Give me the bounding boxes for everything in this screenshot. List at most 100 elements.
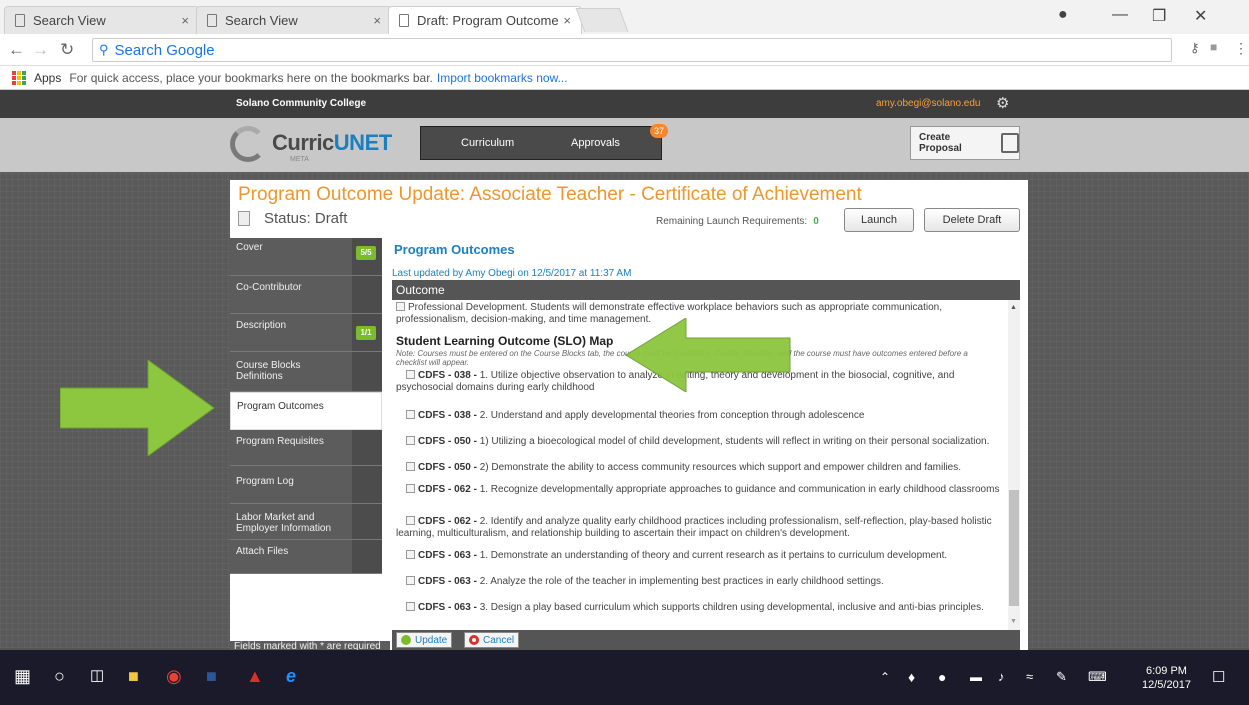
delete-draft-button[interactable]: Delete Draft bbox=[924, 208, 1020, 232]
browser-tab[interactable]: Search View × bbox=[4, 6, 200, 34]
cortana-icon[interactable]: ○ bbox=[54, 666, 65, 687]
battery-icon[interactable]: ▬ bbox=[970, 670, 982, 684]
slo-checkbox[interactable] bbox=[406, 436, 415, 445]
slo-checkbox[interactable] bbox=[406, 516, 415, 525]
task-view-icon[interactable]: ◫ bbox=[90, 666, 104, 684]
sidebar-item-attach-files[interactable]: Attach Files bbox=[230, 540, 382, 574]
forward-icon[interactable]: → bbox=[32, 40, 49, 60]
cancel-button[interactable]: Cancel bbox=[464, 632, 520, 648]
apps-link[interactable]: Apps bbox=[34, 71, 61, 85]
sidebar-item-program-requisites[interactable]: Program Requisites bbox=[230, 430, 382, 466]
left-arrow-annotation bbox=[626, 318, 791, 392]
right-arrow-annotation bbox=[60, 360, 215, 456]
college-name: Solano Community College bbox=[236, 98, 367, 109]
outcome-checkbox[interactable] bbox=[396, 302, 405, 311]
sidebar-item-course-blocks[interactable]: Course Blocks Definitions bbox=[230, 352, 382, 392]
sidebar-item-co-contributor[interactable]: Co-Contributor bbox=[230, 276, 382, 314]
logo-suffix: UNET bbox=[333, 130, 392, 155]
completion-badge: 5/5 bbox=[356, 246, 376, 260]
site-header: CurricUNET META Curriculum Approvals 37 … bbox=[0, 118, 1249, 172]
word-icon[interactable]: ■ bbox=[206, 666, 217, 687]
sidebar-item-cover[interactable]: Cover 5/5 bbox=[230, 238, 382, 276]
document-icon bbox=[207, 14, 217, 27]
address-bar[interactable]: ⚲ Search Google bbox=[92, 38, 1172, 62]
slo-checkbox[interactable] bbox=[406, 370, 415, 379]
file-explorer-icon[interactable]: ■ bbox=[128, 666, 139, 687]
slo-row: CDFS - 050 - 1) Utilizing a bioecologica… bbox=[396, 436, 1004, 448]
keyboard-icon[interactable]: ⌨ bbox=[1088, 669, 1107, 685]
slo-checkbox[interactable] bbox=[406, 602, 415, 611]
minimize-icon[interactable]: — bbox=[1112, 6, 1128, 24]
windows-start-icon[interactable]: ▦ bbox=[14, 666, 31, 687]
reload-icon[interactable]: ↻ bbox=[60, 40, 74, 60]
user-email-link[interactable]: amy.obegi@solano.edu bbox=[876, 98, 980, 109]
main-nav: Curriculum Approvals bbox=[420, 126, 662, 160]
sidebar-item-labor-market[interactable]: Labor Market and Employer Information bbox=[230, 504, 382, 540]
site-top-bar: Solano Community College amy.obegi@solan… bbox=[0, 90, 1249, 118]
document-icon bbox=[15, 14, 25, 27]
slo-row: CDFS - 062 - 1. Recognize developmentall… bbox=[396, 484, 1004, 496]
sidebar-item-description[interactable]: Description 1/1 bbox=[230, 314, 382, 352]
outcome-column-header: Outcome bbox=[392, 280, 1020, 300]
remaining-requirements: Remaining Launch Requirements: 0 bbox=[656, 216, 819, 227]
close-window-icon[interactable]: ✕ bbox=[1194, 6, 1207, 26]
browser-toolbar: ← → ↻ ⚲ Search Google ⚷ ■ ⋮ bbox=[0, 34, 1249, 66]
curricunet-logo[interactable]: CurricUNET META bbox=[230, 124, 400, 168]
back-icon[interactable]: ← bbox=[8, 40, 25, 60]
restore-icon[interactable]: ❐ bbox=[1152, 6, 1166, 26]
close-tab-icon[interactable]: × bbox=[181, 13, 189, 28]
pen-icon[interactable]: ✎ bbox=[1056, 669, 1067, 685]
close-tab-icon[interactable]: × bbox=[563, 13, 571, 28]
notification-icon[interactable]: ☐ bbox=[1212, 668, 1225, 686]
create-proposal-button[interactable]: Create Proposal bbox=[910, 126, 1020, 160]
sidebar-item-program-log[interactable]: Program Log bbox=[230, 466, 382, 504]
sidebar-item-program-outcomes[interactable]: Program Outcomes bbox=[230, 392, 382, 430]
slo-row: CDFS - 062 - 2. Identify and analyze qua… bbox=[396, 516, 992, 539]
taskbar-clock[interactable]: 6:09 PM 12/5/2017 bbox=[1142, 664, 1191, 692]
search-icon: ⚲ bbox=[99, 42, 109, 57]
nav-curriculum[interactable]: Curriculum bbox=[461, 137, 514, 149]
chrome-icon[interactable]: ◉ bbox=[166, 666, 182, 687]
slo-checkbox[interactable] bbox=[406, 410, 415, 419]
slo-checkbox[interactable] bbox=[406, 462, 415, 471]
gear-icon[interactable]: ⚙ bbox=[996, 94, 1009, 112]
document-icon bbox=[238, 211, 250, 226]
new-tab-button[interactable] bbox=[575, 8, 629, 32]
page-title: Program Outcome Update: Associate Teache… bbox=[238, 184, 862, 205]
proposal-panel: Program Outcome Update: Associate Teache… bbox=[230, 180, 1028, 652]
browser-tab-active[interactable]: Draft: Program Outcome × bbox=[388, 6, 582, 34]
slo-checkbox[interactable] bbox=[406, 484, 415, 493]
extension-icon[interactable]: ■ bbox=[1210, 40, 1217, 54]
apps-grid-icon[interactable] bbox=[12, 70, 26, 85]
scroll-up-icon[interactable]: ▲ bbox=[1010, 304, 1017, 311]
slo-row: CDFS - 050 - 2) Demonstrate the ability … bbox=[396, 462, 1004, 474]
nav-approvals[interactable]: Approvals bbox=[571, 137, 620, 149]
scrollbar-thumb[interactable] bbox=[1009, 490, 1019, 606]
menu-icon[interactable]: ⋮ bbox=[1234, 40, 1248, 57]
update-button[interactable]: Update bbox=[396, 632, 453, 648]
scrollbar[interactable]: ▲ ▼ bbox=[1008, 300, 1020, 630]
clock-date: 12/5/2017 bbox=[1142, 679, 1191, 691]
wifi-icon[interactable]: ≈ bbox=[1026, 669, 1033, 684]
last-updated-text: Last updated by Amy Obegi on 12/5/2017 a… bbox=[392, 268, 632, 279]
launch-button[interactable]: Launch bbox=[844, 208, 914, 232]
slo-checkbox[interactable] bbox=[406, 576, 415, 585]
cancel-icon bbox=[469, 635, 479, 645]
internet-explorer-icon[interactable]: e bbox=[286, 666, 296, 687]
browser-tab[interactable]: Search View × bbox=[196, 6, 392, 34]
section-sidebar: Cover 5/5 Co-Contributor Description 1/1… bbox=[230, 238, 382, 650]
acrobat-icon[interactable]: ▲ bbox=[246, 666, 264, 687]
import-bookmarks-link[interactable]: Import bookmarks now... bbox=[437, 71, 568, 85]
slo-checkbox[interactable] bbox=[406, 550, 415, 559]
profile-icon[interactable]: ● bbox=[1058, 6, 1068, 24]
tray-chevron-icon[interactable]: ⌃ bbox=[880, 670, 890, 684]
tray-network-icon[interactable]: ● bbox=[938, 669, 946, 685]
slo-row: CDFS - 063 - 3. Design a play based curr… bbox=[396, 602, 1004, 614]
scroll-down-icon[interactable]: ▼ bbox=[1010, 618, 1017, 625]
volume-icon[interactable]: ♪ bbox=[998, 669, 1005, 684]
key-icon[interactable]: ⚷ bbox=[1190, 40, 1200, 56]
program-outcomes-content: Program Outcomes Last updated by Amy Obe… bbox=[390, 238, 1020, 650]
close-tab-icon[interactable]: × bbox=[373, 13, 381, 28]
bookmarks-bar: Apps For quick access, place your bookma… bbox=[0, 66, 1249, 90]
tray-app-icon[interactable]: ♦ bbox=[908, 669, 915, 685]
